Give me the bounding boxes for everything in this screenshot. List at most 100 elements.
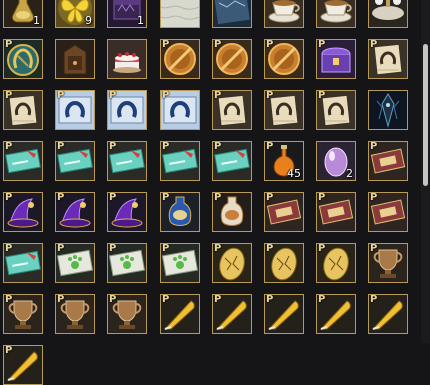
premium-p-badge: P [266,39,274,50]
inventory-slot[interactable]: P [368,141,408,181]
inventory-slot[interactable]: P [264,192,304,232]
premium-p-badge: P [5,294,13,305]
inventory-slot[interactable]: P [55,90,95,130]
premium-p-badge: P [214,243,222,254]
inventory-slot[interactable]: P [3,345,43,385]
inventory-slot[interactable]: P [107,141,147,181]
premium-p-badge: P [57,243,65,254]
inventory-slot[interactable]: P [55,141,95,181]
inventory-slot[interactable]: P [107,243,147,283]
premium-p-badge: P [214,192,222,203]
inventory-slot[interactable] [212,0,252,28]
inventory-slot[interactable] [316,0,356,28]
premium-p-badge: P [266,192,274,203]
premium-p-badge: P [266,294,274,305]
inventory-slot[interactable]: P [368,192,408,232]
inventory-slot[interactable]: P [160,294,200,334]
item-quantity: 2 [346,167,353,180]
inventory-slot[interactable]: P [316,243,356,283]
inventory-slot[interactable]: P [55,243,95,283]
inventory-slot[interactable]: P [212,243,252,283]
inventory-slot[interactable]: 2 [316,141,356,181]
premium-p-badge: P [162,141,170,152]
inventory-slot[interactable]: P [264,294,304,334]
item-quantity: 45 [287,167,301,180]
inventory-slot[interactable]: P [212,39,252,79]
premium-p-badge: P [214,141,222,152]
premium-p-badge: P [109,90,117,101]
premium-p-badge: P [57,141,65,152]
inventory-slot[interactable]: P [264,39,304,79]
premium-p-badge: P [162,294,170,305]
inventory-slot[interactable]: P [368,39,408,79]
premium-p-badge: P [370,141,378,152]
inventory-slot[interactable]: 1 [3,0,43,28]
premium-p-badge: P [5,39,13,50]
inventory-slot[interactable]: P [160,39,200,79]
inventory-slot[interactable]: P [316,90,356,130]
inventory-slot[interactable] [264,0,304,28]
inventory-slot[interactable]: P [264,243,304,283]
premium-p-badge: P [370,243,378,254]
inventory-slot[interactable]: P [368,294,408,334]
inventory-slot[interactable]: P [3,141,43,181]
inventory-slot[interactable]: P [3,90,43,130]
inventory-slot[interactable]: P [3,243,43,283]
inventory-slot[interactable]: P [3,294,43,334]
inventory-slot[interactable]: P [316,294,356,334]
inventory-slot[interactable]: P [160,141,200,181]
scrollbar-thumb[interactable] [423,44,428,186]
premium-p-badge: P [109,294,117,305]
inventory-slot[interactable] [55,39,95,79]
premium-p-badge: P [318,192,326,203]
premium-p-badge: P [370,192,378,203]
premium-p-badge: P [370,39,378,50]
inventory-slot[interactable]: P [3,192,43,232]
inventory-slot[interactable]: P [212,294,252,334]
item-quantity: 1 [33,14,40,27]
premium-p-badge: P [214,90,222,101]
premium-p-badge: P [109,243,117,254]
inventory-slot[interactable]: P [368,243,408,283]
inventory-slot[interactable] [368,0,408,28]
premium-p-badge: P [109,141,117,152]
inventory-slot[interactable] [160,0,200,28]
inventory-slot[interactable]: P 45 [264,141,304,181]
premium-p-badge: P [57,90,65,101]
premium-p-badge: P [109,192,117,203]
inventory-slot[interactable]: P [212,141,252,181]
inventory-slot[interactable]: P [212,192,252,232]
inventory-slot[interactable]: P [264,90,304,130]
premium-p-badge: P [214,39,222,50]
premium-p-badge: P [5,141,13,152]
premium-p-badge: P [57,192,65,203]
inventory-slot[interactable]: 9 [55,0,95,28]
inventory-slot[interactable] [107,39,147,79]
premium-p-badge: P [318,243,326,254]
inventory-slot[interactable]: P [160,192,200,232]
premium-p-badge: P [370,294,378,305]
premium-p-badge: P [318,39,326,50]
premium-p-badge: P [5,243,13,254]
inventory-slot[interactable]: P [107,90,147,130]
inventory-slot[interactable]: P [212,90,252,130]
inventory-slot[interactable]: P [316,39,356,79]
inventory-slot[interactable]: 1 [107,0,147,28]
inventory-slot[interactable]: P [107,192,147,232]
inventory-slot[interactable]: P [3,39,43,79]
premium-p-badge: P [214,294,222,305]
inventory-slot[interactable] [368,90,408,130]
premium-p-badge: P [5,192,13,203]
inventory-slot[interactable]: P [316,192,356,232]
inventory-slot[interactable]: P [55,294,95,334]
inventory-slot[interactable]: P [107,294,147,334]
premium-p-badge: P [266,141,274,152]
inventory-scrollbar[interactable] [421,0,430,343]
item-quantity: 9 [85,14,92,27]
premium-p-badge: P [5,90,13,101]
inventory-slot[interactable]: P [160,243,200,283]
inventory-slot[interactable]: P [160,90,200,130]
premium-p-badge: P [162,243,170,254]
item-quantity: 1 [137,14,144,27]
inventory-slot[interactable]: P [55,192,95,232]
